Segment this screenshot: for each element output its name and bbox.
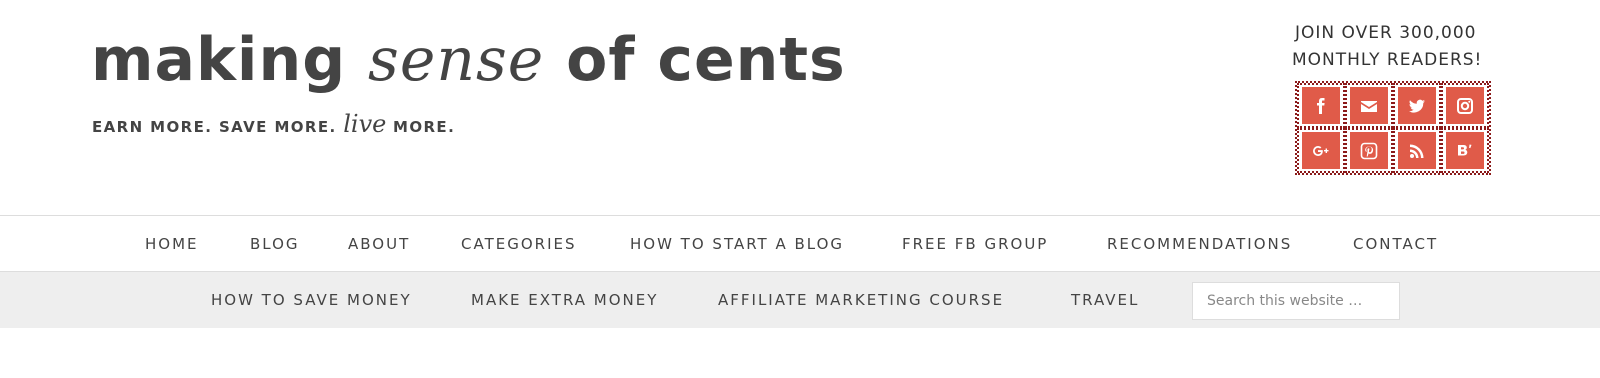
primary-nav: HOME BLOG ABOUT CATEGORIES HOW TO START … [0, 215, 1600, 272]
nav-categories[interactable]: CATEGORIES [461, 235, 577, 253]
tagline-part-1: EARN MORE. SAVE MORE. [92, 118, 344, 136]
nav-home[interactable]: HOME [145, 235, 199, 253]
nav-blog[interactable]: BLOG [250, 235, 300, 253]
site-logo[interactable]: making sense of cents EARN MORE. SAVE MO… [91, 30, 846, 138]
logo-tagline: EARN MORE. SAVE MORE. live MORE. [92, 110, 455, 138]
nav-affiliate-marketing-course[interactable]: AFFILIATE MARKETING COURSE [718, 291, 1004, 309]
nav-contact[interactable]: CONTACT [1353, 235, 1438, 253]
nav-how-to-start-a-blog[interactable]: HOW TO START A BLOG [630, 235, 844, 253]
logo-word-making: making [91, 25, 369, 95]
social-widget: JOIN OVER 300,000 MONTHLY READERS! [1270, 20, 1520, 175]
instagram-icon[interactable] [1446, 87, 1484, 124]
nav-recommendations[interactable]: RECOMMENDATIONS [1107, 235, 1292, 253]
social-icon-grid [1295, 81, 1491, 175]
email-icon[interactable] [1350, 87, 1388, 124]
tagline-part-3: MORE. [386, 118, 456, 136]
nav-free-fb-group[interactable]: FREE FB GROUP [902, 235, 1048, 253]
nav-how-to-save-money[interactable]: HOW TO SAVE MONEY [211, 291, 412, 309]
logo-wordmark: making sense of cents [91, 30, 846, 90]
nav-about[interactable]: ABOUT [348, 235, 410, 253]
bloglovin-icon[interactable] [1446, 132, 1484, 169]
twitter-icon[interactable] [1398, 87, 1436, 124]
nav-make-extra-money[interactable]: MAKE EXTRA MONEY [471, 291, 658, 309]
nav-travel[interactable]: TRAVEL [1071, 291, 1139, 309]
rss-icon[interactable] [1398, 132, 1436, 169]
logo-word-of-cents: of cents [544, 25, 846, 95]
google-plus-icon[interactable] [1302, 132, 1340, 169]
facebook-icon[interactable] [1302, 87, 1340, 124]
readers-text-line2: MONTHLY READERS! [1292, 50, 1483, 70]
search-input[interactable] [1192, 282, 1400, 320]
pinterest-icon[interactable] [1350, 132, 1388, 169]
secondary-nav: HOW TO SAVE MONEY MAKE EXTRA MONEY AFFIL… [0, 272, 1600, 328]
logo-word-sense: sense [368, 25, 545, 95]
readers-text-line1: JOIN OVER 300,000 [1295, 23, 1477, 43]
tagline-live: live [343, 110, 387, 138]
